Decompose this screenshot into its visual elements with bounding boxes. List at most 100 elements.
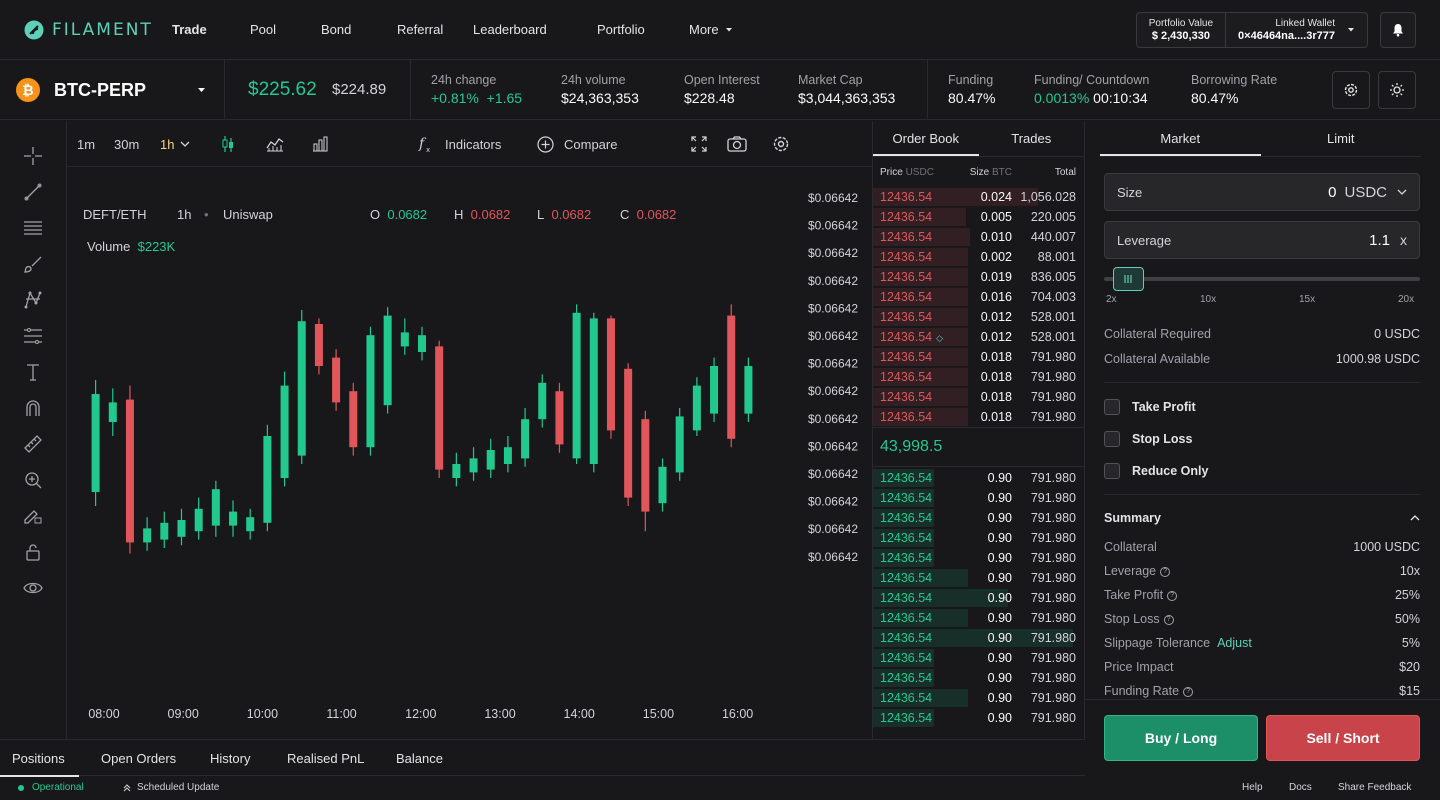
candle-body[interactable]: [435, 346, 444, 470]
help-link[interactable]: Help: [1242, 776, 1263, 800]
ask-row[interactable]: 12436.54 ◇ 0.012 528.001: [873, 327, 1084, 347]
candle-body[interactable]: [125, 399, 134, 543]
tool-trend-line[interactable]: [22, 181, 44, 203]
tool-text[interactable]: [22, 361, 44, 383]
candle-body[interactable]: [452, 464, 461, 478]
ask-row[interactable]: 12436.54 0.010 440.007: [873, 227, 1084, 247]
checkbox-box[interactable]: [1104, 399, 1120, 415]
scheduled-update-link[interactable]: Scheduled Update: [123, 776, 219, 800]
nav-leaderboard[interactable]: Leaderboard: [473, 22, 547, 37]
docs-link[interactable]: Docs: [1289, 776, 1312, 800]
candle-body[interactable]: [624, 368, 633, 498]
tab-history[interactable]: History: [210, 740, 250, 777]
help-icon[interactable]: ?: [1183, 686, 1194, 697]
tab-order-book[interactable]: Order Book: [873, 121, 979, 156]
candle-body[interactable]: [91, 394, 100, 492]
bid-row[interactable]: 12436.54 0.90 791.980: [873, 528, 1084, 548]
tab-balance[interactable]: Balance: [396, 740, 443, 777]
candle-body[interactable]: [160, 522, 169, 540]
candle-body[interactable]: [572, 312, 581, 459]
candle-body[interactable]: [211, 489, 220, 526]
candle-body[interactable]: [332, 357, 341, 403]
candlestick-chart[interactable]: $0.06642 $0.06642 $0.06642 $0.06642 $0.06642…: [67, 121, 872, 739]
bid-row[interactable]: 12436.54 0.90 791.980: [873, 568, 1084, 588]
ask-row[interactable]: 12436.54 0.019 836.005: [873, 267, 1084, 287]
ask-row[interactable]: 12436.54 0.018 791.980: [873, 387, 1084, 407]
reduce-only-checkbox[interactable]: Reduce Only: [1104, 463, 1208, 479]
help-icon[interactable]: ?: [1163, 614, 1174, 625]
candle-body[interactable]: [486, 450, 495, 470]
ask-row[interactable]: 12436.54 0.016 704.003: [873, 287, 1084, 307]
nav-trade[interactable]: Trade: [172, 22, 207, 37]
candle-body[interactable]: [400, 332, 409, 347]
candle-body[interactable]: [229, 511, 238, 526]
nav-bond[interactable]: Bond: [321, 22, 351, 37]
candle-body[interactable]: [710, 366, 719, 414]
checkbox-box[interactable]: [1104, 431, 1120, 447]
tab-positions[interactable]: Positions: [0, 740, 79, 777]
wallet-dropdown-icon[interactable]: [1347, 27, 1355, 33]
help-icon[interactable]: ?: [1167, 590, 1178, 601]
candle-body[interactable]: [194, 508, 203, 532]
candle-body[interactable]: [314, 324, 323, 366]
tab-open-orders[interactable]: Open Orders: [101, 740, 176, 777]
tab-limit[interactable]: Limit: [1261, 121, 1422, 156]
ask-row[interactable]: 12436.54 0.024 1,056.028: [873, 187, 1084, 207]
candle-body[interactable]: [349, 391, 358, 448]
candle-body[interactable]: [589, 318, 598, 464]
adjust-slippage-link[interactable]: Adjust: [1217, 636, 1252, 650]
ask-row[interactable]: 12436.54 0.002 88.001: [873, 247, 1084, 267]
tool-pattern[interactable]: [22, 289, 44, 311]
summary-header[interactable]: Summary: [1104, 511, 1420, 525]
bid-row[interactable]: 12436.54 0.90 791.980: [873, 548, 1084, 568]
candle-body[interactable]: [469, 458, 478, 473]
tab-realised-pnl[interactable]: Realised PnL: [287, 740, 364, 777]
candle-body[interactable]: [727, 315, 736, 439]
bid-row[interactable]: 12436.54 0.90 791.980: [873, 688, 1084, 708]
tool-lock-drawings[interactable]: [22, 505, 44, 527]
candle-body[interactable]: [692, 385, 701, 431]
share-feedback-link[interactable]: Share Feedback: [1338, 776, 1411, 800]
tool-zoom[interactable]: [22, 469, 44, 491]
bid-row[interactable]: 12436.54 0.90 791.980: [873, 468, 1084, 488]
tool-lock[interactable]: [22, 541, 44, 563]
tool-crosshair[interactable]: [22, 145, 44, 167]
candle-body[interactable]: [521, 419, 530, 459]
candle-body[interactable]: [177, 520, 186, 537]
candle-body[interactable]: [297, 321, 306, 456]
candle-body[interactable]: [744, 366, 753, 414]
leverage-input[interactable]: Leverage 1.1 x: [1104, 221, 1420, 259]
candle-body[interactable]: [108, 402, 117, 422]
theme-toggle-button[interactable]: [1378, 71, 1416, 109]
bid-row[interactable]: 12436.54 0.90 791.980: [873, 648, 1084, 668]
candle-body[interactable]: [675, 416, 684, 473]
ask-row[interactable]: 12436.54 0.012 528.001: [873, 307, 1084, 327]
candle-body[interactable]: [366, 335, 375, 448]
ask-row[interactable]: 12436.54 0.018 791.980: [873, 347, 1084, 367]
tab-market[interactable]: Market: [1100, 121, 1261, 156]
size-input[interactable]: Size 0 USDC: [1104, 173, 1420, 211]
tool-ruler[interactable]: [22, 433, 44, 455]
tool-magnet[interactable]: [22, 397, 44, 419]
candle-body[interactable]: [538, 382, 547, 420]
bid-row[interactable]: 12436.54 0.90 791.980: [873, 488, 1084, 508]
nav-portfolio[interactable]: Portfolio: [597, 22, 645, 37]
tab-trades[interactable]: Trades: [979, 121, 1085, 156]
bid-row[interactable]: 12436.54 0.90 791.980: [873, 628, 1084, 648]
take-profit-checkbox[interactable]: Take Profit: [1104, 399, 1196, 415]
market-selector[interactable]: ₿ BTC-PERP: [16, 78, 206, 102]
tool-fib[interactable]: [22, 325, 44, 347]
tool-horizontal-lines[interactable]: [22, 217, 44, 239]
size-unit-select[interactable]: USDC: [1344, 184, 1387, 201]
ask-row[interactable]: 12436.54 0.018 791.980: [873, 407, 1084, 427]
bid-row[interactable]: 12436.54 0.90 791.980: [873, 588, 1084, 608]
checkbox-box[interactable]: [1104, 463, 1120, 479]
candle-body[interactable]: [280, 385, 289, 478]
stop-loss-checkbox[interactable]: Stop Loss: [1104, 431, 1192, 447]
candle-body[interactable]: [418, 335, 426, 352]
settings-button[interactable]: [1332, 71, 1370, 109]
ask-row[interactable]: 12436.54 0.018 791.980: [873, 367, 1084, 387]
buy-long-button[interactable]: Buy / Long: [1104, 715, 1258, 761]
sell-short-button[interactable]: Sell / Short: [1266, 715, 1420, 761]
candle-body[interactable]: [263, 436, 272, 523]
